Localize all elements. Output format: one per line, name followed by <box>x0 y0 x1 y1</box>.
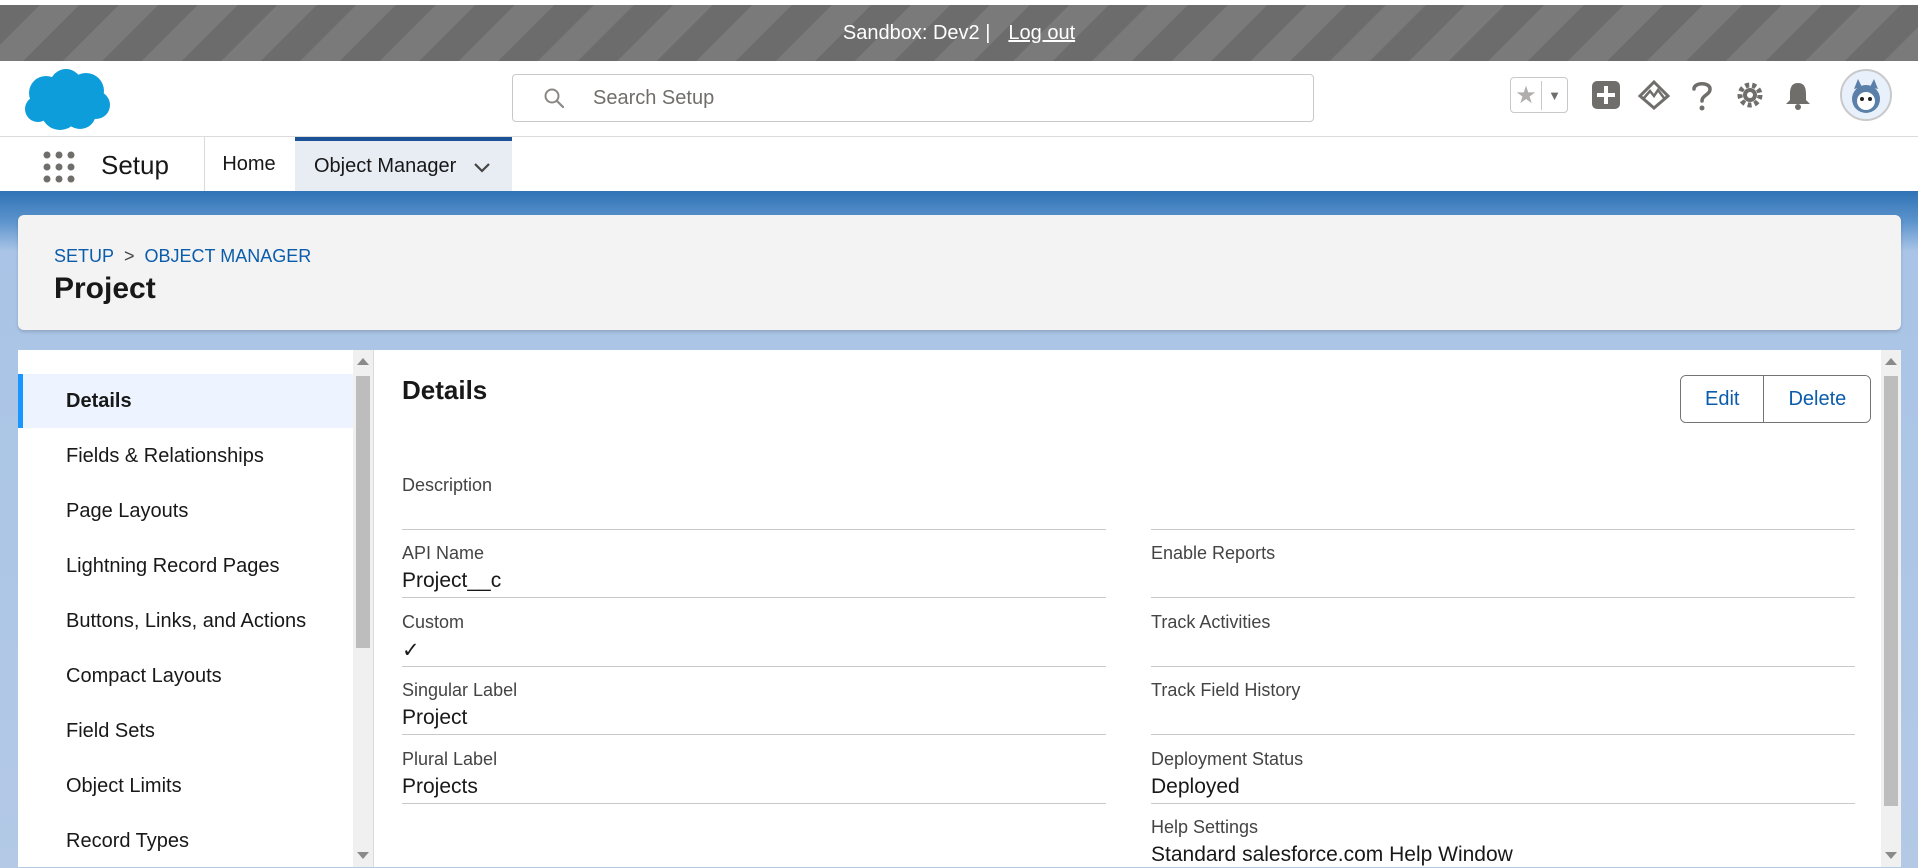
sandbox-name: Sandbox: Dev2 | <box>842 21 991 44</box>
salesforce-logo[interactable] <box>22 67 112 133</box>
scroll-thumb[interactable] <box>1884 376 1898 806</box>
breadcrumb: SETUP > OBJECT MANAGER <box>54 246 311 267</box>
field-value: Deployed <box>1151 775 1240 798</box>
avatar[interactable] <box>1840 69 1892 121</box>
chevron-down-icon[interactable] <box>472 157 492 177</box>
sidebar-item-buttons-links-actions[interactable]: Buttons, Links, and Actions <box>18 594 353 648</box>
sidebar-item-compact-layouts[interactable]: Compact Layouts <box>18 649 353 703</box>
field-description: Description <box>402 465 1106 530</box>
help-icon[interactable] <box>1686 79 1718 111</box>
tab-object-manager-label: Object Manager <box>314 154 457 177</box>
search-icon <box>544 88 565 109</box>
header-icons: ★ ▼ <box>1510 77 1822 113</box>
breadcrumb-separator: > <box>124 246 135 266</box>
field-value: Project <box>402 706 468 729</box>
field-track-field-history: Track Field History <box>1151 670 1855 735</box>
search-box[interactable] <box>512 74 1314 122</box>
field-custom: Custom ✓ <box>402 602 1106 667</box>
scroll-down-icon[interactable] <box>357 852 369 859</box>
caret-down-icon[interactable]: ▼ <box>1542 88 1567 103</box>
field-label: API Name <box>402 543 485 563</box>
search-input[interactable] <box>591 85 1295 111</box>
sidebar-item-object-limits[interactable]: Object Limits <box>18 759 353 813</box>
breadcrumb-setup[interactable]: SETUP <box>54 246 114 267</box>
sandbox-banner: Sandbox: Dev2 | Log out <box>0 5 1918 61</box>
tab-object-manager[interactable]: Object Manager <box>295 137 512 191</box>
field-label: Singular Label <box>402 680 518 700</box>
logout-link[interactable]: Log out <box>1008 22 1075 45</box>
main-scrollbar[interactable] <box>1881 350 1901 867</box>
field-plural-label: Plural Label Projects <box>402 739 1106 804</box>
object-detail-panel: Details Fields & Relationships Page Layo… <box>18 350 1901 867</box>
field-label: Plural Label <box>402 749 498 769</box>
add-icon[interactable] <box>1590 79 1622 111</box>
favorites-button[interactable]: ★ ▼ <box>1510 77 1568 113</box>
sidebar-item-record-types[interactable]: Record Types <box>18 814 353 868</box>
page-header: SETUP > OBJECT MANAGER Project <box>18 215 1901 330</box>
action-button-group: Edit Delete <box>1680 375 1872 423</box>
field-blank <box>1151 465 1855 530</box>
global-header: ★ ▼ <box>0 61 1918 137</box>
field-label: Description <box>402 475 493 495</box>
checkmark-icon: ✓ <box>402 639 420 662</box>
field-help-settings: Help Settings Standard salesforce.com He… <box>1151 807 1855 867</box>
sidebar: Details Fields & Relationships Page Layo… <box>18 350 353 867</box>
app-launcher-icon[interactable] <box>42 150 76 184</box>
breadcrumb-object-manager[interactable]: OBJECT MANAGER <box>145 246 312 267</box>
scroll-down-icon[interactable] <box>1885 852 1897 859</box>
trailhead-icon[interactable] <box>1638 79 1670 111</box>
app-name: Setup <box>101 150 169 180</box>
details-section: Details Edit Delete Description API Name… <box>374 350 1881 867</box>
section-title: Details <box>402 375 488 405</box>
field-enable-reports: Enable Reports <box>1151 533 1855 598</box>
sidebar-item-details[interactable]: Details <box>18 374 353 428</box>
scroll-up-icon[interactable] <box>1885 358 1897 365</box>
field-value: Standard salesforce.com Help Window <box>1151 843 1513 866</box>
star-icon[interactable]: ★ <box>1511 80 1542 110</box>
field-value: Projects <box>402 775 478 798</box>
sidebar-item-fields-relationships[interactable]: Fields & Relationships <box>18 429 353 483</box>
sidebar-scrollbar[interactable] <box>353 350 373 867</box>
bell-icon[interactable] <box>1782 79 1814 111</box>
field-label: Track Activities <box>1151 612 1271 632</box>
sidebar-item-lightning-record-pages[interactable]: Lightning Record Pages <box>18 539 353 593</box>
field-api-name: API Name Project__c <box>402 533 1106 598</box>
sidebar-item-field-sets[interactable]: Field Sets <box>18 704 353 758</box>
edit-button[interactable]: Edit <box>1681 376 1764 422</box>
field-label: Help Settings <box>1151 817 1259 837</box>
gear-icon[interactable] <box>1734 79 1766 111</box>
tab-home[interactable]: Home <box>204 137 294 191</box>
field-label: Track Field History <box>1151 680 1301 700</box>
page-title: Project <box>54 272 156 305</box>
field-label: Custom <box>402 612 465 632</box>
delete-button[interactable]: Delete <box>1763 376 1871 422</box>
field-value: Project__c <box>402 569 502 592</box>
field-deployment-status: Deployment Status Deployed <box>1151 739 1855 804</box>
field-label: Enable Reports <box>1151 543 1276 563</box>
field-singular-label: Singular Label Project <box>402 670 1106 735</box>
field-label: Deployment Status <box>1151 749 1304 769</box>
sidebar-item-page-layouts[interactable]: Page Layouts <box>18 484 353 538</box>
scroll-up-icon[interactable] <box>357 358 369 365</box>
scroll-thumb[interactable] <box>356 376 370 648</box>
field-track-activities: Track Activities <box>1151 602 1855 667</box>
app-nav-bar: Setup Home Object Manager <box>0 137 1918 192</box>
